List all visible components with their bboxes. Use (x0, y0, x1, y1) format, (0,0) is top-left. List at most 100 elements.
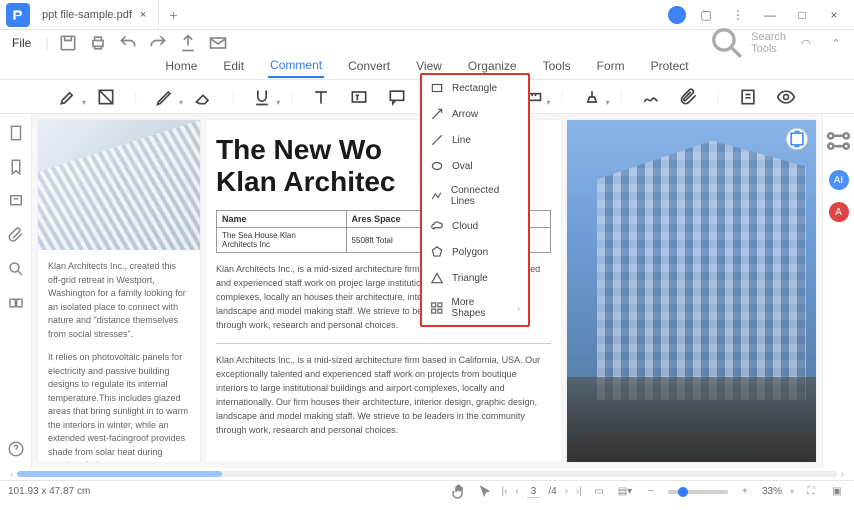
first-page-icon[interactable]: |‹ (502, 486, 508, 497)
tab-tools[interactable]: Tools (541, 59, 573, 77)
building-image-left (38, 120, 200, 250)
attachments-icon[interactable] (7, 226, 25, 244)
next-page-icon[interactable]: › (565, 486, 568, 497)
text-tool-icon[interactable] (311, 87, 331, 107)
ai-feature-icon[interactable]: A (829, 202, 849, 222)
line-icon (430, 133, 444, 147)
quick-action-icon[interactable] (786, 128, 808, 150)
triangle-icon (430, 271, 444, 285)
read-mode-icon[interactable]: ▣ (828, 486, 846, 497)
body-text: It relies on photovoltaic panels for ele… (48, 351, 190, 462)
horizontal-scrollbar[interactable]: ‹ › (0, 468, 854, 480)
shape-line[interactable]: Line (422, 127, 528, 153)
divider (216, 343, 551, 344)
hide-comments-icon[interactable] (776, 87, 796, 107)
page-current[interactable]: 3 (527, 486, 541, 498)
document-tab[interactable]: ppt file-sample.pdf × (30, 0, 159, 30)
new-tab-button[interactable]: + (159, 7, 187, 23)
share-icon[interactable] (178, 33, 198, 53)
scroll-left-icon[interactable]: ‹ (10, 469, 13, 480)
continuous-page-icon[interactable]: ▤▾ (616, 486, 634, 497)
body-text: Klan Architects Inc., is a mid-sized arc… (216, 354, 551, 438)
search-icon (707, 23, 748, 64)
arrow-icon (430, 107, 444, 121)
app-icon (6, 3, 30, 27)
pencil-tool-icon[interactable]: ▾ (155, 87, 175, 107)
file-menu[interactable]: File (8, 36, 35, 50)
scroll-right-icon[interactable]: › (841, 469, 844, 480)
bookmarks-icon[interactable] (7, 158, 25, 176)
document-page-left: Klan Architects Inc., created this off-g… (38, 120, 200, 462)
body-text: Klan Architects Inc., created this off-g… (48, 260, 190, 341)
tab-edit[interactable]: Edit (221, 59, 246, 77)
shape-polygon[interactable]: Polygon (422, 239, 528, 265)
attachment-tool-icon[interactable] (679, 87, 699, 107)
shape-oval[interactable]: Oval (422, 153, 528, 179)
help-icon[interactable] (7, 440, 25, 458)
search-tools[interactable]: Search Tools (707, 23, 786, 64)
shape-triangle[interactable]: Triangle (422, 265, 528, 291)
fit-page-icon[interactable]: ⛶ (802, 486, 820, 497)
zoom-in-icon[interactable]: + (736, 486, 754, 497)
left-sidebar (0, 114, 32, 468)
more-shapes-icon (430, 301, 444, 315)
tab-title: ppt file-sample.pdf (42, 9, 132, 21)
zoom-slider[interactable] (668, 490, 728, 494)
tab-comment[interactable]: Comment (268, 58, 324, 78)
textbox-tool-icon[interactable] (349, 87, 369, 107)
page-navigation: |‹ ‹ 3 /4 › ›| (502, 486, 582, 498)
cloud-icon[interactable]: ◠ (796, 33, 816, 53)
fields-icon[interactable] (7, 294, 25, 312)
highlight-tool-icon[interactable]: ▾ (58, 87, 78, 107)
polygon-icon (430, 245, 444, 259)
tab-home[interactable]: Home (163, 59, 199, 77)
zoom-percent: 33% (762, 486, 782, 497)
undo-icon[interactable] (118, 33, 138, 53)
right-sidebar: AI A (822, 114, 854, 468)
select-tool-icon[interactable] (476, 483, 494, 501)
dimensions-readout: 101.93 x 47.87 cm (8, 486, 90, 497)
shape-cloud[interactable]: Cloud (422, 213, 528, 239)
comments-panel-icon[interactable] (738, 87, 758, 107)
connected-lines-icon (430, 189, 443, 203)
collapse-ribbon-icon[interactable]: ⌃ (826, 33, 846, 53)
area-highlight-icon[interactable] (96, 87, 116, 107)
last-page-icon[interactable]: ›| (576, 486, 582, 497)
document-page-right (567, 120, 816, 462)
close-tab-icon[interactable]: × (140, 9, 146, 21)
shape-arrow[interactable]: Arrow (422, 101, 528, 127)
search-placeholder: Search Tools (751, 31, 786, 55)
sidebar-search-icon[interactable] (7, 260, 25, 278)
hand-tool-icon[interactable] (450, 483, 468, 501)
prev-page-icon[interactable]: ‹ (515, 486, 518, 497)
shape-connected-lines[interactable]: Connected Lines (422, 179, 528, 213)
tab-protect[interactable]: Protect (649, 59, 691, 77)
shape-more[interactable]: More Shapes› (422, 291, 528, 325)
properties-icon[interactable] (823, 124, 854, 158)
page-total: /4 (548, 486, 556, 497)
underline-tool-icon[interactable]: ▾ (252, 87, 272, 107)
user-avatar[interactable] (668, 6, 686, 24)
chevron-right-icon: › (517, 303, 520, 313)
ai-assistant-icon[interactable]: AI (829, 170, 849, 190)
shape-rectangle[interactable]: Rectangle (422, 75, 528, 101)
zoom-out-icon[interactable]: − (642, 486, 660, 497)
oval-icon (430, 159, 444, 173)
single-page-icon[interactable]: ▭ (590, 486, 608, 497)
tab-convert[interactable]: Convert (346, 59, 392, 77)
save-icon[interactable] (58, 33, 78, 53)
eraser-tool-icon[interactable] (193, 87, 213, 107)
signature-tool-icon[interactable] (641, 87, 661, 107)
redo-icon[interactable] (148, 33, 168, 53)
callout-tool-icon[interactable] (387, 87, 407, 107)
shapes-dropdown: Rectangle Arrow Line Oval Connected Line… (420, 73, 530, 327)
statusbar: 101.93 x 47.87 cm |‹ ‹ 3 /4 › ›| ▭ ▤▾ − … (0, 480, 854, 502)
print-icon[interactable] (88, 33, 108, 53)
email-icon[interactable] (208, 33, 228, 53)
tab-form[interactable]: Form (595, 59, 627, 77)
annotations-icon[interactable] (7, 192, 25, 210)
stamp-tool-icon[interactable]: ▾ (582, 87, 602, 107)
building-image-right (567, 120, 816, 462)
cloud-shape-icon (430, 219, 444, 233)
thumbnails-icon[interactable] (7, 124, 25, 142)
